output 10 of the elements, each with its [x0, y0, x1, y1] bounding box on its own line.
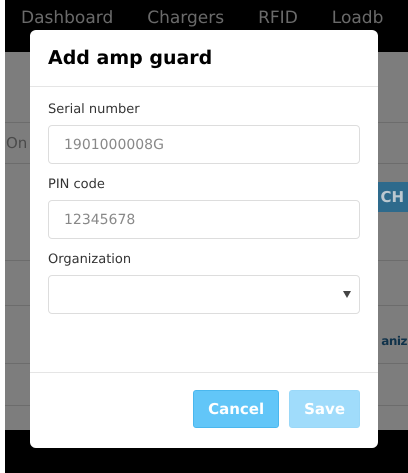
dialog-title: Add amp guard [48, 47, 212, 69]
field-label: Organization [48, 252, 132, 267]
table-link[interactable]: aniz [381, 334, 408, 348]
field-label: Serial number [48, 102, 141, 117]
caret-icon [343, 291, 351, 298]
field-label: PIN code [48, 177, 106, 192]
dialog-button[interactable]: Cancel [193, 390, 280, 428]
input-field[interactable]: 12345678 [48, 200, 360, 239]
input-field[interactable]: 1901000008G [48, 125, 360, 164]
select-field[interactable] [48, 275, 360, 314]
